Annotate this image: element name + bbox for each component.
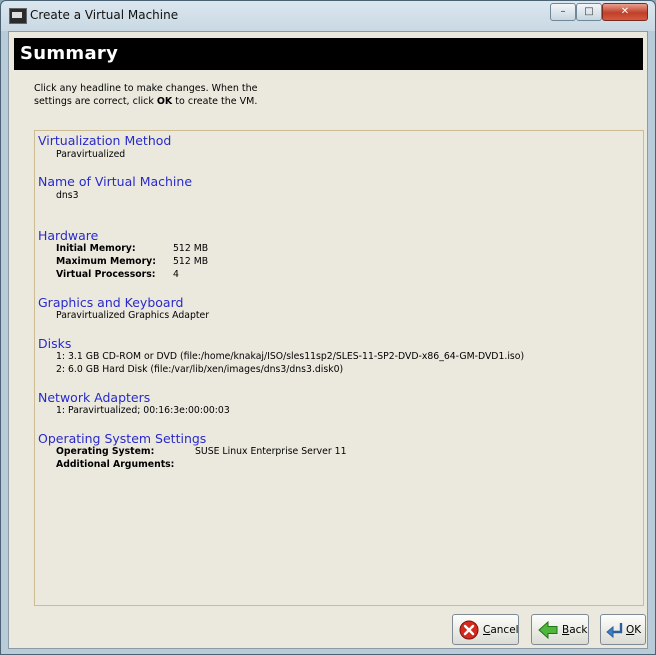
graphics-keyboard-link[interactable]: Graphics and Keyboard [38, 295, 183, 310]
enter-arrow-icon [606, 623, 623, 639]
title-bar[interactable]: Create a Virtual Machine – □ ✕ [1, 1, 655, 31]
back-arrow-icon [538, 620, 558, 640]
summary-panel: Virtualization Method Paravirtualized Na… [34, 130, 644, 606]
back-label: Back [562, 624, 588, 636]
initial-memory-label: Initial Memory: [56, 243, 136, 254]
args-label: Additional Arguments: [56, 459, 175, 470]
cancel-button[interactable]: Cancel [452, 614, 519, 645]
virtualization-value: Paravirtualized [56, 149, 126, 160]
args-row: Additional Arguments: [56, 458, 195, 471]
section-virtualization: Virtualization Method [38, 133, 171, 148]
back-button[interactable]: Back [531, 614, 589, 645]
maximum-memory-value: 512 MB [173, 256, 209, 267]
cancel-icon [459, 620, 479, 640]
vcpu-row: Virtual Processors: 4 [56, 268, 179, 281]
instructions-after: to create the VM. [172, 96, 258, 107]
page-title: Summary [20, 43, 119, 64]
disk-item: 2: 6.0 GB Hard Disk (file:/var/lib/xen/i… [56, 364, 344, 375]
vcpu-value: 4 [173, 269, 179, 280]
create-vm-window: Create a Virtual Machine – □ ✕ Summary C… [0, 0, 656, 655]
maximize-button[interactable]: □ [576, 3, 602, 21]
maximum-memory-row: Maximum Memory: 512 MB [56, 255, 208, 268]
ok-button[interactable]: OK [600, 614, 646, 645]
vcpu-label: Virtual Processors: [56, 269, 156, 280]
initial-memory-value: 512 MB [173, 243, 209, 254]
close-button[interactable]: ✕ [602, 3, 648, 21]
window-title: Create a Virtual Machine [30, 8, 179, 22]
initial-memory-row: Initial Memory: 512 MB [56, 242, 208, 255]
graphics-value: Paravirtualized Graphics Adapter [56, 310, 210, 321]
os-settings-link[interactable]: Operating System Settings [38, 431, 206, 446]
os-label: Operating System: [56, 446, 155, 457]
section-hardware: Hardware [38, 228, 98, 243]
network-adapters-link[interactable]: Network Adapters [38, 390, 150, 405]
instructions-text: Click any headline to make changes. When… [34, 82, 274, 108]
maximum-memory-label: Maximum Memory: [56, 256, 156, 267]
summary-header: Summary [14, 38, 643, 70]
section-network: Network Adapters [38, 390, 150, 405]
disk-item: 1: 3.1 GB CD-ROM or DVD (file:/home/knak… [56, 351, 525, 362]
os-value: SUSE Linux Enterprise Server 11 [195, 446, 347, 457]
section-os: Operating System Settings [38, 431, 206, 446]
instructions-bold: OK [156, 96, 173, 107]
section-graphics: Graphics and Keyboard [38, 295, 183, 310]
vm-name-value: dns3 [56, 190, 79, 201]
os-row: Operating System: SUSE Linux Enterprise S… [56, 445, 347, 458]
section-disks: Disks [38, 336, 71, 351]
network-item: 1: Paravirtualized; 00:16:3e:00:00:03 [56, 405, 230, 416]
virtualization-method-link[interactable]: Virtualization Method [38, 133, 171, 148]
cancel-label: Cancel [483, 624, 519, 636]
vm-name-link[interactable]: Name of Virtual Machine [38, 174, 192, 189]
terminal-icon [9, 8, 27, 24]
dialog-client-area: Summary Click any headline to make chang… [8, 31, 648, 649]
hardware-link[interactable]: Hardware [38, 228, 98, 243]
ok-label: OK [626, 624, 642, 636]
minimize-button[interactable]: – [550, 3, 576, 21]
section-name: Name of Virtual Machine [38, 174, 192, 189]
disks-link[interactable]: Disks [38, 336, 71, 351]
